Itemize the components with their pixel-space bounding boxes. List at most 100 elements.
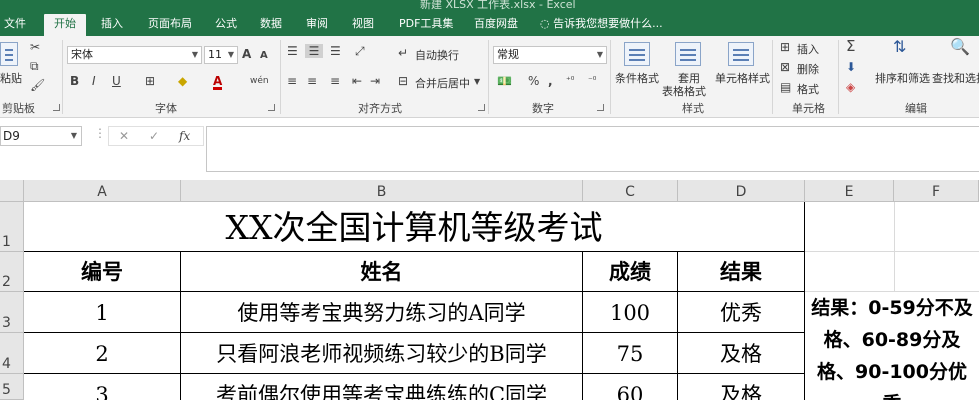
borders-icon[interactable]: ⊞	[145, 74, 155, 88]
increase-decimal-icon[interactable]: ⁺⁰	[566, 74, 574, 88]
fill-color-icon[interactable]: ◆	[178, 74, 187, 88]
conditional-format-icon[interactable]	[624, 42, 650, 66]
tab-view[interactable]: 视图	[352, 14, 374, 36]
table-cell[interactable]: 1	[24, 292, 181, 333]
table-cell[interactable]: 考前偶尔使用等考宝典练练的C同学	[181, 374, 583, 400]
insert-function-button[interactable]: fx	[179, 129, 190, 143]
select-all-corner[interactable]	[0, 180, 24, 202]
row-header-1[interactable]: 1	[0, 202, 24, 252]
tab-data[interactable]: 数据	[260, 14, 282, 36]
cancel-button[interactable]: ✕	[119, 129, 129, 143]
sheet-title-cell[interactable]: XX次全国计算机等级考试	[24, 202, 805, 252]
row-header-2[interactable]: 2	[0, 252, 24, 292]
tab-review[interactable]: 审阅	[306, 14, 328, 36]
align-bottom-icon[interactable]: ☰	[330, 44, 341, 58]
align-left-icon[interactable]: ≡	[287, 74, 297, 88]
tab-page-layout[interactable]: 页面布局	[148, 14, 192, 36]
header-cell-id[interactable]: 编号	[24, 252, 181, 292]
tab-pdf-tools[interactable]: PDF工具集	[399, 14, 453, 36]
align-right-icon[interactable]: ≡	[330, 74, 340, 88]
wrap-text-button[interactable]: 自动换行	[415, 47, 459, 63]
table-cell[interactable]: 3	[24, 374, 181, 400]
align-middle-icon[interactable]: ☰	[305, 44, 323, 58]
number-format-select[interactable]: 常规 ▼	[493, 46, 607, 64]
orientation-icon[interactable]: ⤢	[355, 44, 365, 58]
wrap-text-icon[interactable]: ↵	[398, 46, 408, 60]
table-cell[interactable]: 及格	[678, 374, 805, 400]
font-size-select[interactable]: 11 ▼	[204, 46, 238, 64]
column-header-c[interactable]: C	[583, 180, 678, 202]
row-header-5[interactable]: 5	[0, 374, 24, 400]
chevron-down-icon[interactable]: ▼	[474, 75, 480, 89]
percent-button[interactable]: %	[528, 74, 539, 88]
table-format-icon[interactable]	[675, 42, 701, 66]
cell-styles-button[interactable]: 单元格样式	[715, 70, 770, 86]
tab-formulas[interactable]: 公式	[215, 14, 237, 36]
tell-me-search[interactable]: ◌ 告诉我您想要做什么...	[540, 14, 663, 36]
align-top-icon[interactable]: ☰	[287, 44, 298, 58]
header-cell-result[interactable]: 结果	[678, 252, 805, 292]
find-select-icon[interactable]: 🔍	[950, 39, 970, 55]
decrease-decimal-icon[interactable]: ⁻⁰	[588, 74, 596, 88]
merge-center-button[interactable]: 合并后居中	[415, 75, 470, 91]
delete-cells-button[interactable]: 删除	[797, 61, 819, 77]
cut-icon[interactable]: ✂	[30, 40, 40, 54]
font-name-select[interactable]: 宋体 ▼	[67, 46, 202, 64]
font-launcher-icon[interactable]	[268, 104, 275, 111]
row-header-4[interactable]: 4	[0, 333, 24, 374]
tab-home[interactable]: 开始	[44, 14, 86, 36]
fill-icon[interactable]: ⬇	[846, 60, 856, 74]
bold-button[interactable]: B	[70, 74, 79, 88]
grading-note-cell[interactable]: 结果：0-59分不及格、60-89分及格、90-100分优秀	[805, 292, 979, 400]
enter-button[interactable]: ✓	[149, 129, 159, 143]
format-cells-button[interactable]: 格式	[797, 81, 819, 97]
paste-button[interactable]: 粘贴	[0, 70, 22, 86]
clear-icon[interactable]: ◈	[846, 80, 855, 94]
conditional-format-button[interactable]: 条件格式	[615, 70, 659, 86]
number-launcher-icon[interactable]	[597, 104, 604, 111]
comma-button[interactable]: ,	[548, 74, 553, 88]
table-cell[interactable]: 100	[583, 292, 678, 333]
more-dots-icon[interactable]: ⋮	[94, 126, 106, 140]
column-header-f[interactable]: F	[894, 180, 979, 202]
cell-styles-icon[interactable]	[728, 42, 754, 66]
delete-cells-icon[interactable]: ⊠	[780, 60, 790, 74]
insert-cells-button[interactable]: 插入	[797, 41, 819, 57]
header-cell-score[interactable]: 成绩	[583, 252, 678, 292]
table-cell[interactable]: 2	[24, 333, 181, 374]
find-select-button[interactable]: 查找和选择	[932, 70, 979, 86]
tab-baidu-netdisk[interactable]: 百度网盘	[474, 14, 518, 36]
table-format-button-line2[interactable]: 表格格式	[662, 83, 706, 99]
table-cell[interactable]: 75	[583, 333, 678, 374]
table-cell[interactable]: 优秀	[678, 292, 805, 333]
align-center-icon[interactable]: ≡	[307, 74, 317, 88]
tab-file[interactable]: 文件	[4, 14, 26, 36]
column-header-d[interactable]: D	[678, 180, 805, 202]
paste-icon[interactable]	[0, 42, 18, 66]
formula-input[interactable]	[206, 126, 979, 172]
autosum-icon[interactable]: Σ	[846, 39, 855, 54]
table-cell[interactable]: 及格	[678, 333, 805, 374]
name-box[interactable]: D9 ▼	[0, 126, 82, 146]
table-cell[interactable]: 只看阿浪老师视频练习较少的B同学	[181, 333, 583, 374]
decrease-indent-icon[interactable]: ⇤	[352, 74, 362, 88]
insert-cells-icon[interactable]: ⊞	[780, 40, 790, 54]
increase-indent-icon[interactable]: ⇥	[370, 74, 380, 88]
column-header-e[interactable]: E	[805, 180, 894, 202]
table-cell[interactable]: 使用等考宝典努力练习的A同学	[181, 292, 583, 333]
grow-font-button[interactable]: A	[242, 47, 251, 61]
column-header-b[interactable]: B	[181, 180, 583, 202]
tab-insert[interactable]: 插入	[101, 14, 123, 36]
shrink-font-button[interactable]: A	[260, 49, 268, 63]
font-color-button[interactable]: A	[213, 74, 223, 90]
column-header-a[interactable]: A	[24, 180, 181, 202]
phonetic-button[interactable]: wén	[250, 74, 269, 88]
format-cells-icon[interactable]: ▤	[780, 80, 791, 94]
merge-center-icon[interactable]: ⊟	[398, 74, 408, 88]
underline-button[interactable]: U	[112, 74, 121, 88]
row-header-3[interactable]: 3	[0, 292, 24, 333]
table-cell[interactable]: 60	[583, 374, 678, 400]
clipboard-launcher-icon[interactable]	[53, 104, 60, 111]
copy-icon[interactable]: ⧉	[30, 59, 39, 73]
sort-filter-button[interactable]: 排序和筛选	[875, 70, 930, 86]
